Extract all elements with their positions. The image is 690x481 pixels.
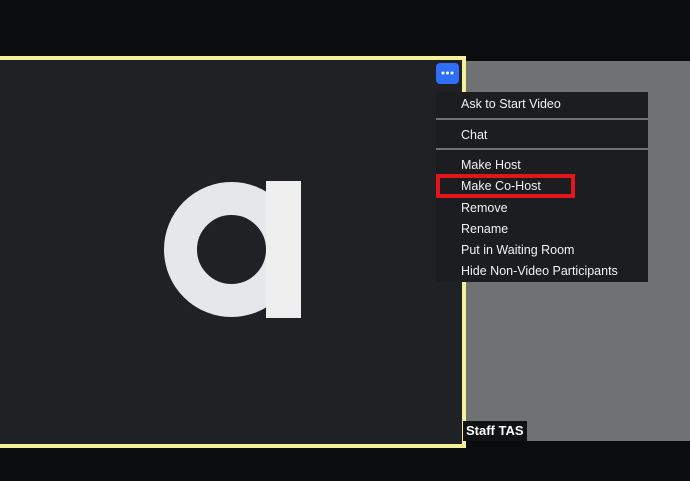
ellipsis-icon [441, 71, 454, 75]
menu-item-make-host[interactable]: Make Host [461, 156, 521, 174]
more-options-button[interactable] [436, 63, 459, 84]
menu-item-put-in-waiting-room[interactable]: Put in Waiting Room [461, 241, 574, 259]
participant-name-label: Staff TAS [463, 421, 527, 441]
menu-item-hide-non-video[interactable]: Hide Non-Video Participants [461, 262, 618, 280]
menu-divider [436, 148, 648, 150]
menu-divider [436, 118, 648, 120]
menu-item-remove[interactable]: Remove [461, 199, 508, 217]
letter-a-logo-icon [164, 181, 301, 318]
menu-item-ask-start-video[interactable]: Ask to Start Video [461, 95, 561, 113]
meeting-window: Ask to Start Video Chat Make Host Make C… [0, 0, 690, 481]
menu-item-chat[interactable]: Chat [461, 126, 487, 144]
menu-item-rename[interactable]: Rename [461, 220, 508, 238]
highlight-annotation-box [436, 174, 575, 198]
